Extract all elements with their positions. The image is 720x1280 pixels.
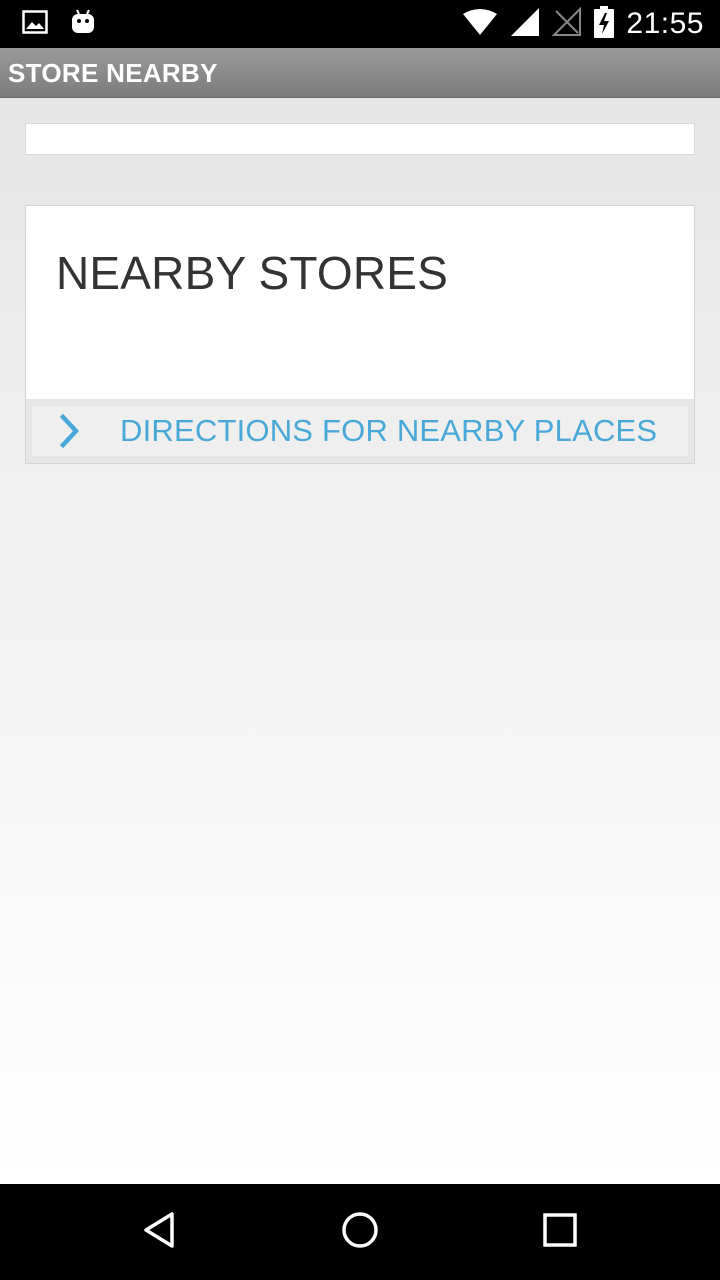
- app-title: STORE NEARBY: [8, 58, 218, 88]
- home-button[interactable]: [336, 1208, 384, 1256]
- image-icon: [22, 10, 48, 38]
- card-title: NEARBY STORES: [56, 247, 449, 299]
- signal-icon: [510, 7, 540, 41]
- back-icon: [140, 1210, 180, 1254]
- battery-charging-icon: [594, 6, 615, 42]
- status-left-icons: [22, 8, 96, 40]
- wifi-icon: [462, 8, 498, 40]
- content-area: NEARBY STORES DIRECTIONS FOR NEARBY PLAC…: [0, 98, 720, 1184]
- directions-label: DIRECTIONS FOR NEARBY PLACES: [120, 413, 658, 448]
- search-input[interactable]: [25, 123, 695, 155]
- status-right-icons: 21:55: [462, 0, 704, 48]
- app-bar: STORE NEARBY: [0, 48, 720, 98]
- home-icon: [340, 1210, 380, 1254]
- card-footer: DIRECTIONS FOR NEARBY PLACES: [26, 399, 694, 463]
- nearby-stores-card: NEARBY STORES DIRECTIONS FOR NEARBY PLAC…: [25, 205, 695, 464]
- back-button[interactable]: [136, 1208, 184, 1256]
- chevron-right-icon: [58, 414, 98, 448]
- signal-empty-icon: [552, 6, 582, 41]
- recents-button[interactable]: [536, 1208, 584, 1256]
- recents-icon: [540, 1210, 580, 1254]
- navigation-bar: [0, 1184, 720, 1280]
- status-bar: 21:55: [0, 0, 720, 48]
- status-time: 21:55: [626, 7, 704, 40]
- directions-button[interactable]: DIRECTIONS FOR NEARBY PLACES: [32, 406, 688, 456]
- android-icon: [70, 8, 96, 40]
